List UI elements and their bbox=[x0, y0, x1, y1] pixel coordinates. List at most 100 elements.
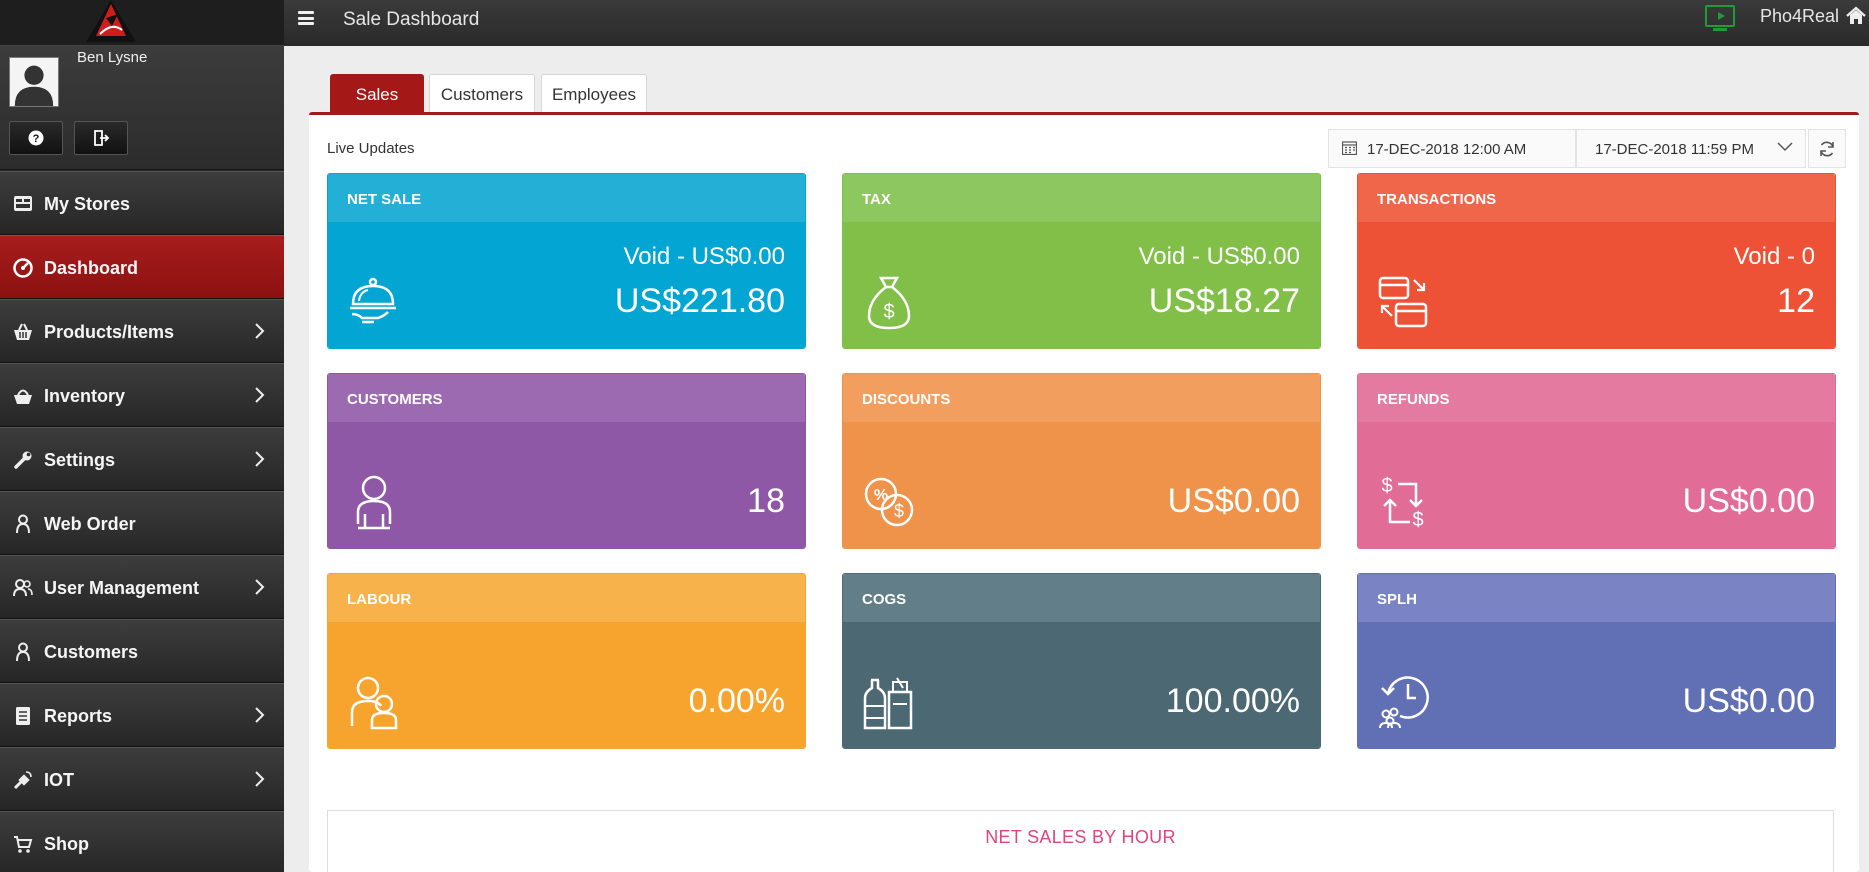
customer-icon bbox=[356, 475, 392, 530]
card-value: US$0.00 bbox=[1167, 482, 1300, 520]
card-title: TAX bbox=[843, 174, 1320, 222]
card-tax[interactable]: TAX Void - US$0.00 US$18.27 $ bbox=[842, 173, 1321, 349]
help-button[interactable]: ? bbox=[9, 121, 63, 155]
sidebar-item-customers[interactable]: Customers bbox=[0, 619, 284, 683]
sidebar-item-label: Web Order bbox=[44, 514, 136, 534]
serving-cloche-icon bbox=[350, 277, 396, 324]
card-title: NET SALE bbox=[328, 174, 805, 222]
sidebar-item-label: Inventory bbox=[44, 386, 126, 406]
page-title: Sale Dashboard bbox=[343, 9, 480, 30]
sidebar-item-shop[interactable]: Shop bbox=[0, 811, 284, 872]
card-discounts[interactable]: DISCOUNTS US$0.00 % $ bbox=[842, 373, 1321, 549]
card-value: US$0.00 bbox=[1682, 482, 1815, 520]
svg-text:$: $ bbox=[894, 501, 904, 521]
card-title: LABOUR bbox=[328, 574, 805, 622]
card-body: 18 bbox=[328, 422, 805, 548]
user-profile: Ben Lysne ? bbox=[0, 46, 284, 170]
sidebar: Ben Lysne ? My Stores Dashboard Products… bbox=[0, 0, 284, 872]
sidebar-item-inventory[interactable]: Inventory bbox=[0, 363, 284, 427]
labour-people-icon bbox=[350, 676, 398, 730]
transaction-cards-icon bbox=[1378, 276, 1428, 328]
sidebar-item-label: Shop bbox=[44, 834, 89, 854]
card-splh[interactable]: SPLH US$0.00 bbox=[1357, 573, 1836, 749]
card-title: SPLH bbox=[1358, 574, 1835, 622]
sidebar-item-dashboard[interactable]: Dashboard bbox=[0, 235, 284, 299]
sidebar-item-web-order[interactable]: Web Order bbox=[0, 491, 284, 555]
card-title: DISCOUNTS bbox=[843, 374, 1320, 422]
hamburger-icon-line bbox=[298, 16, 314, 20]
hamburger-icon-line bbox=[298, 22, 314, 25]
card-refunds[interactable]: REFUNDS US$0.00 $ $ bbox=[1357, 373, 1836, 549]
card-title: COGS bbox=[843, 574, 1320, 622]
sidebar-item-my-stores[interactable]: My Stores bbox=[0, 171, 284, 235]
cart-icon bbox=[14, 836, 33, 853]
question-icon: ? bbox=[28, 130, 44, 146]
card-body: 0.00% bbox=[328, 622, 805, 748]
card-cogs[interactable]: COGS 100.00% bbox=[842, 573, 1321, 749]
card-body: US$0.00 $ $ bbox=[1358, 422, 1835, 548]
date-range-start[interactable]: 17-DEC-2018 12:00 AM bbox=[1328, 129, 1576, 168]
user-avatar-icon bbox=[14, 65, 54, 106]
date-range-end[interactable]: 17-DEC-2018 11:59 PM bbox=[1576, 129, 1806, 168]
sidebar-item-label: Customers bbox=[44, 642, 139, 662]
card-labour[interactable]: LABOUR 0.00% bbox=[327, 573, 806, 749]
card-body: Void - 0 12 bbox=[1358, 222, 1835, 348]
card-value: 12 bbox=[1777, 282, 1815, 320]
chart-title: NET SALES BY HOUR bbox=[985, 827, 1176, 847]
sidebar-item-settings[interactable]: Settings bbox=[0, 427, 284, 491]
sidebar-item-label: Dashboard bbox=[44, 258, 139, 278]
main-content: Sales Customers Employees Live Updates 1… bbox=[284, 46, 1869, 872]
top-bar: Sale Dashboard Pho4Real bbox=[284, 0, 1869, 46]
refund-arrows-icon: $ $ bbox=[1381, 475, 1423, 530]
sidebar-item-user-management[interactable]: User Management bbox=[0, 555, 284, 619]
chevron-right-icon bbox=[255, 771, 265, 787]
sales-panel: Live Updates 17-DEC-2018 12:00 AM 17-DEC… bbox=[309, 112, 1859, 872]
tab-customers[interactable]: Customers bbox=[429, 74, 535, 114]
svg-text:?: ? bbox=[33, 133, 40, 145]
card-title: CUSTOMERS bbox=[328, 374, 805, 422]
groceries-icon bbox=[863, 677, 913, 730]
sidebar-item-label: My Stores bbox=[44, 194, 131, 214]
card-body: Void - US$0.00 US$18.27 $ bbox=[843, 222, 1320, 348]
user-name: Ben Lysne bbox=[77, 49, 148, 66]
card-void-value: Void - US$0.00 bbox=[1138, 243, 1300, 270]
monitor-icon[interactable] bbox=[1705, 5, 1735, 31]
svg-text:$: $ bbox=[1381, 475, 1392, 497]
home-icon[interactable] bbox=[1846, 6, 1866, 26]
card-value: US$18.27 bbox=[1148, 282, 1300, 320]
refresh-icon bbox=[1820, 141, 1834, 156]
hamburger-icon-line bbox=[298, 11, 314, 14]
card-transactions[interactable]: TRANSACTIONS Void - 0 12 bbox=[1357, 173, 1836, 349]
end-date-text: 17-DEC-2018 11:59 PM bbox=[1595, 141, 1754, 158]
tab-sales[interactable]: Sales bbox=[330, 74, 424, 114]
logo[interactable] bbox=[82, 0, 140, 42]
store-name[interactable]: Pho4Real bbox=[1760, 6, 1839, 27]
svg-text:$: $ bbox=[883, 301, 894, 323]
refresh-button[interactable] bbox=[1808, 129, 1846, 168]
wrench-icon bbox=[14, 451, 32, 469]
calendar-icon bbox=[1342, 141, 1357, 155]
chevron-right-icon bbox=[255, 387, 265, 403]
menu-toggle-button[interactable] bbox=[298, 11, 314, 25]
card-customers[interactable]: CUSTOMERS 18 bbox=[327, 373, 806, 549]
sidebar-item-iot[interactable]: IOT bbox=[0, 747, 284, 811]
customer-person-icon bbox=[16, 642, 30, 662]
tab-employees[interactable]: Employees bbox=[541, 74, 647, 114]
sidebar-item-label: Products/Items bbox=[44, 322, 175, 342]
card-void-value: Void - US$0.00 bbox=[623, 243, 785, 270]
net-sales-by-hour-chart: NET SALES BY HOUR bbox=[327, 810, 1834, 872]
chevron-right-icon bbox=[255, 707, 265, 723]
discount-coins-icon: % $ bbox=[864, 477, 914, 527]
card-body: US$0.00 % $ bbox=[843, 422, 1320, 548]
logout-icon bbox=[94, 130, 110, 146]
logout-button[interactable] bbox=[74, 121, 128, 155]
sidebar-item-reports[interactable]: Reports bbox=[0, 683, 284, 747]
sidebar-item-label: User Management bbox=[44, 578, 200, 598]
inventory-basket-icon bbox=[14, 389, 32, 404]
sidebar-item-products-items[interactable]: Products/Items bbox=[0, 299, 284, 363]
card-net-sale[interactable]: NET SALE Void - US$0.00 US$221.80 bbox=[327, 173, 806, 349]
iot-icon bbox=[13, 771, 32, 790]
report-icon bbox=[16, 707, 30, 725]
card-value: 100.00% bbox=[1165, 682, 1300, 720]
avatar[interactable] bbox=[9, 57, 59, 107]
